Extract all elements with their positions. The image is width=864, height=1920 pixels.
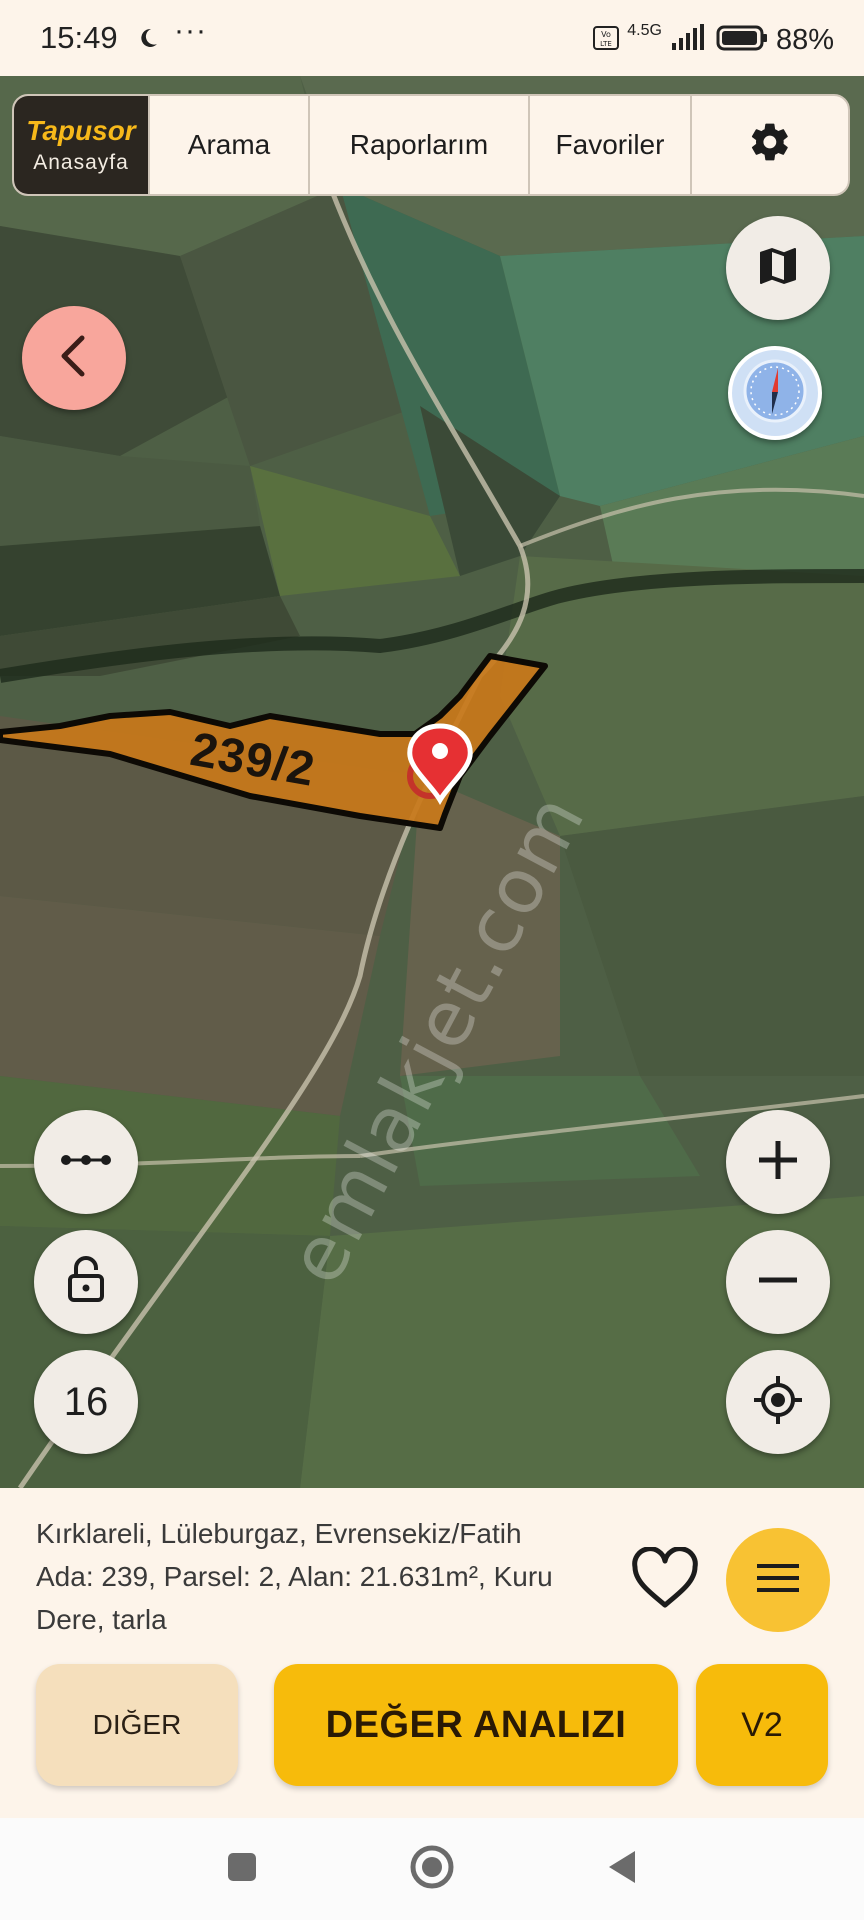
address-line-2: Ada: 239, Parsel: 2, Alan: 21.631m², Kur… <box>36 1561 553 1592</box>
volte-icon: Vo LTE <box>593 25 620 56</box>
value-analysis-button[interactable]: DEĞER ANALIZI <box>274 1664 678 1786</box>
map-type-button[interactable] <box>726 216 830 320</box>
top-navigation: Tapusor Anasayfa Arama Raporlarım Favori… <box>12 94 850 196</box>
battery-icon <box>716 24 768 57</box>
address-line-1: Kırklareli, Lüleburgaz, Evrensekiz/Fatih <box>36 1518 522 1549</box>
compass-button[interactable] <box>728 346 822 440</box>
signal-icon <box>670 23 708 57</box>
more-notifications-icon: ··· <box>174 14 207 47</box>
measure-button[interactable] <box>34 1110 138 1214</box>
my-location-button[interactable] <box>726 1350 830 1454</box>
plus-icon <box>753 1135 803 1190</box>
svg-text:Vo: Vo <box>601 30 611 39</box>
nav-reports[interactable]: Raporlarım <box>308 96 528 194</box>
zoom-out-button[interactable] <box>726 1230 830 1334</box>
home-icon[interactable] <box>409 1844 455 1895</box>
app-root: 15:49 ··· Vo LTE 4.5G 88% emlakjet.com 2… <box>0 0 864 1920</box>
hamburger-icon <box>755 1560 801 1601</box>
home-brand-button[interactable]: Tapusor Anasayfa <box>14 96 148 194</box>
brand-name: Tapusor <box>26 115 136 146</box>
parcel-address: Kırklareli, Lüleburgaz, Evrensekiz/Fatih… <box>36 1512 596 1641</box>
nav-favorites[interactable]: Favoriler <box>528 96 690 194</box>
favorite-button[interactable] <box>626 1542 704 1620</box>
other-button[interactable]: DIĞER <box>36 1664 238 1786</box>
zoom-level-button[interactable]: 16 <box>34 1350 138 1454</box>
address-line-3: Dere, tarla <box>36 1604 167 1635</box>
gear-icon <box>748 120 792 171</box>
settings-button[interactable] <box>690 96 848 194</box>
zoom-in-button[interactable] <box>726 1110 830 1214</box>
lock-button[interactable] <box>34 1230 138 1334</box>
version-button[interactable]: V2 <box>696 1664 828 1786</box>
parcel-info-panel: Kırklareli, Lüleburgaz, Evrensekiz/Fatih… <box>0 1488 864 1818</box>
zoom-level: 16 <box>63 1379 109 1424</box>
moon-icon <box>136 26 160 55</box>
heart-icon <box>629 1545 701 1616</box>
svg-text:LTE: LTE <box>600 40 612 48</box>
brand-sub: Anasayfa <box>33 151 129 174</box>
system-navigation-bar <box>0 1818 864 1920</box>
ruler-icon <box>60 1150 112 1175</box>
menu-button[interactable] <box>726 1528 830 1632</box>
recents-icon[interactable] <box>225 1850 259 1889</box>
map-icon <box>754 242 802 295</box>
network-label: 4.5G <box>627 22 662 39</box>
nav-search[interactable]: Arama <box>148 96 308 194</box>
back-button[interactable] <box>22 306 126 410</box>
battery-percent: 88% <box>775 23 834 56</box>
lock-open-icon <box>64 1255 108 1309</box>
back-nav-icon[interactable] <box>605 1847 639 1892</box>
status-indicators: Vo LTE 4.5G 88% <box>593 22 834 58</box>
compass-icon <box>740 356 810 431</box>
chevron-left-icon <box>54 332 94 385</box>
minus-icon <box>753 1255 803 1310</box>
crosshair-icon <box>752 1374 804 1431</box>
status-time: 15:49 <box>40 20 118 55</box>
status-bar: 15:49 ··· Vo LTE 4.5G 88% <box>0 0 864 76</box>
